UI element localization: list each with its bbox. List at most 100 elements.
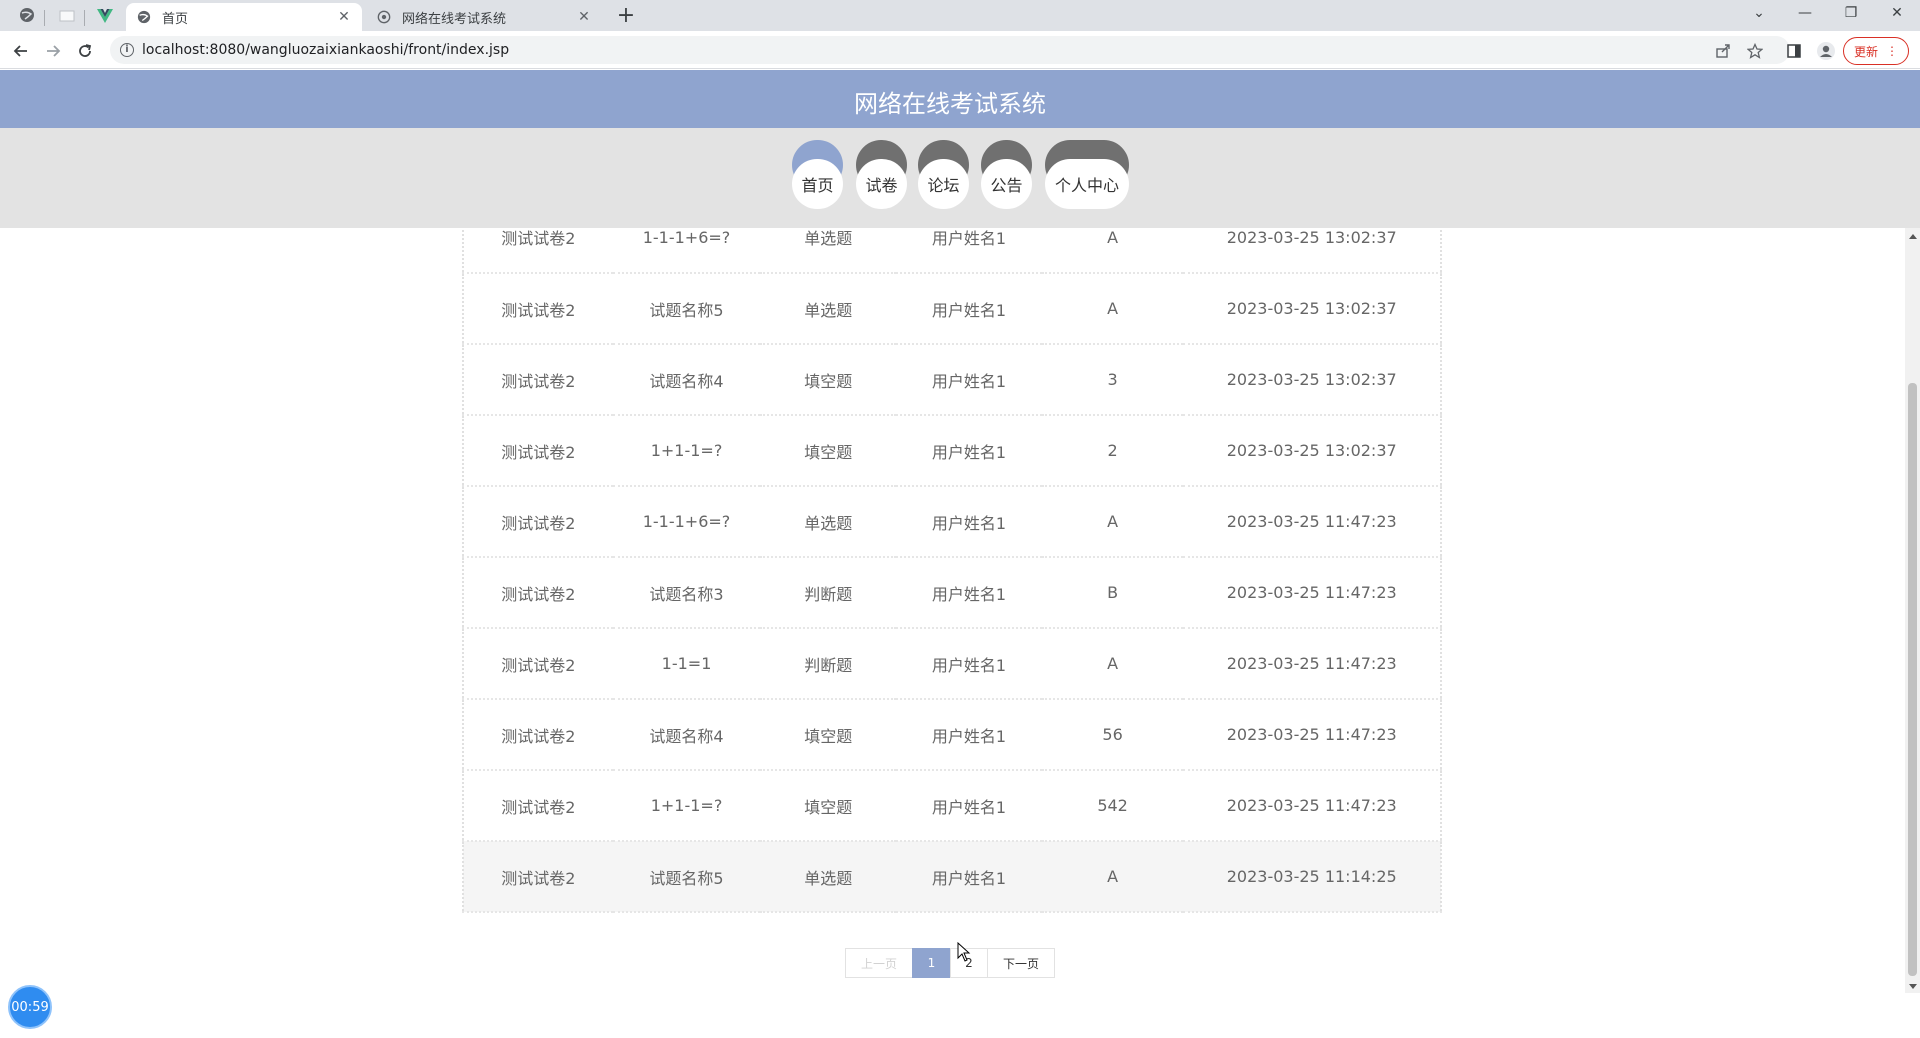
page-scrollbar[interactable] — [1905, 228, 1920, 993]
nav-label: 试卷 — [856, 159, 907, 209]
cell-question-type: 判断题 — [760, 557, 897, 629]
table-row[interactable]: 测试试卷2 试题名称5 单选题 用户姓名1 A 2023-03-25 13:02:37 — [463, 273, 1441, 345]
profile-button[interactable] — [1813, 38, 1839, 64]
table-row[interactable]: 测试试卷2 试题名称3 判断题 用户姓名1 B 2023-03-25 11:47:23 — [463, 557, 1441, 629]
cell-answer: A — [1041, 228, 1184, 274]
pinned-tab-blank[interactable] — [49, 4, 85, 30]
cell-paper-name: 测试试卷2 — [463, 841, 613, 913]
cell-question-name: 试题名称3 — [612, 557, 761, 629]
cell-question-type: 填空题 — [760, 770, 897, 842]
pinned-tab-vue[interactable] — [87, 4, 123, 30]
table-row[interactable]: 测试试卷2 1-1-1+6=? 单选题 用户姓名1 A 2023-03-25 11:47:… — [463, 486, 1441, 558]
cell-user-name: 用户姓名1 — [896, 228, 1042, 274]
tab-exam-system[interactable]: 网络在线考试系统 ✕ — [366, 3, 602, 31]
mouse-cursor-icon — [957, 941, 971, 966]
cell-answer: 2 — [1041, 415, 1184, 487]
cell-question-type: 填空题 — [760, 344, 897, 416]
pinned-tab-globe[interactable] — [9, 4, 45, 30]
cell-question-type: 填空题 — [760, 699, 897, 771]
nav-announcements[interactable]: 公告 — [981, 140, 1032, 210]
cell-submit-time: 2023-03-25 11:47:23 — [1183, 628, 1441, 700]
close-window-button[interactable]: ✕ — [1874, 0, 1920, 26]
exam-timer: 00:59 — [8, 985, 52, 1029]
update-button[interactable]: 更新 ⋮ — [1843, 37, 1909, 65]
cell-question-name: 试题名称4 — [612, 699, 761, 771]
cell-submit-time: 2023-03-25 13:02:37 — [1183, 415, 1441, 487]
cell-question-name: 1-1-1+6=? — [612, 486, 761, 558]
cell-submit-time: 2023-03-25 13:02:37 — [1183, 228, 1441, 274]
cell-answer: A — [1041, 486, 1184, 558]
info-icon[interactable]: i — [120, 43, 134, 57]
table-row[interactable]: 测试试卷2 试题名称5 单选题 用户姓名1 A 2023-03-25 11:14:25 — [463, 841, 1441, 913]
cell-paper-name: 测试试卷2 — [463, 344, 613, 416]
close-icon[interactable]: ✕ — [576, 9, 592, 25]
back-button[interactable] — [8, 38, 34, 64]
cell-user-name: 用户姓名1 — [896, 273, 1042, 345]
scroll-up-icon[interactable] — [1909, 234, 1917, 239]
table-row[interactable]: 测试试卷2 试题名称4 填空题 用户姓名1 56 2023-03-25 11:47:23 — [463, 699, 1441, 771]
side-panel-icon — [1787, 44, 1801, 58]
arrow-left-icon — [13, 45, 27, 57]
restore-button[interactable]: ❐ — [1828, 0, 1874, 26]
cell-question-type: 单选题 — [760, 273, 897, 345]
minimize-button[interactable]: — — [1782, 0, 1828, 26]
cell-user-name: 用户姓名1 — [896, 486, 1042, 558]
next-page-button[interactable]: 下一页 — [987, 948, 1055, 978]
cell-answer: 3 — [1041, 344, 1184, 416]
update-label: 更新 — [1853, 44, 1878, 59]
scroll-down-icon[interactable] — [1909, 984, 1917, 989]
page-1-button[interactable]: 1 — [912, 948, 951, 978]
cell-paper-name: 测试试卷2 — [463, 628, 613, 700]
share-button[interactable] — [1710, 38, 1736, 64]
cell-user-name: 用户姓名1 — [896, 557, 1042, 629]
cell-paper-name: 测试试卷2 — [463, 699, 613, 771]
chevron-down-icon: ⌄ — [1753, 5, 1765, 21]
main-nav: 首页 试卷 论坛 公告 个人中心 — [0, 128, 1920, 228]
globe-icon — [19, 7, 35, 27]
nav-personal-center[interactable]: 个人中心 — [1045, 140, 1129, 210]
prev-page-button[interactable]: 上一页 — [845, 948, 913, 978]
cell-paper-name: 测试试卷2 — [463, 486, 613, 558]
page-icon — [59, 8, 75, 27]
cell-user-name: 用户姓名1 — [896, 415, 1042, 487]
tab-search-button[interactable]: ⌄ — [1736, 0, 1782, 26]
reload-button[interactable] — [72, 38, 98, 64]
site-title: 网络在线考试系统 — [854, 90, 1046, 118]
tab-label: 网络在线考试系统 — [402, 11, 507, 27]
scrollbar-thumb[interactable] — [1908, 383, 1917, 976]
cell-question-type: 单选题 — [760, 486, 897, 558]
tab-home[interactable]: 首页 ✕ — [126, 3, 362, 31]
cell-paper-name: 测试试卷2 — [463, 273, 613, 345]
content-area: 测试试卷2 1-1-1+6=? 单选题 用户姓名1 A 2023-03-25 13:02:… — [0, 228, 1905, 1038]
cell-question-type: 单选题 — [760, 228, 897, 274]
cell-submit-time: 2023-03-25 11:14:25 — [1183, 841, 1441, 913]
table-row[interactable]: 测试试卷2 1+1-1=? 填空题 用户姓名1 2 2023-03-25 13:02:37 — [463, 415, 1441, 487]
address-bar[interactable]: i localhost:8080/wangluozaixiankaoshi/fr… — [110, 36, 1790, 64]
table-row[interactable]: 测试试卷2 试题名称4 填空题 用户姓名1 3 2023-03-25 13:02:37 — [463, 344, 1441, 416]
forward-button[interactable] — [40, 38, 66, 64]
close-icon: ✕ — [1891, 5, 1903, 21]
nav-home[interactable]: 首页 — [792, 140, 843, 210]
cell-question-name: 1+1-1=? — [612, 770, 761, 842]
cell-paper-name: 测试试卷2 — [463, 557, 613, 629]
cell-submit-time: 2023-03-25 11:47:23 — [1183, 557, 1441, 629]
new-tab-button[interactable]: + — [614, 5, 638, 29]
nav-label: 首页 — [792, 159, 843, 209]
bookmark-button[interactable] — [1742, 38, 1768, 64]
nav-label: 公告 — [981, 159, 1032, 209]
cell-answer: A — [1041, 273, 1184, 345]
table-row[interactable]: 测试试卷2 1+1-1=? 填空题 用户姓名1 542 2023-03-25 11:47:… — [463, 770, 1441, 842]
cell-answer: B — [1041, 557, 1184, 629]
share-icon — [1716, 44, 1730, 58]
close-icon[interactable]: ✕ — [336, 9, 352, 25]
browser-tab-strip: 首页 ✕ 网络在线考试系统 ✕ + ⌄ — ❐ ✕ — [0, 0, 1920, 31]
pagination: 上一页 1 2 下一页 — [845, 948, 1055, 978]
nav-exam-papers[interactable]: 试卷 — [856, 140, 907, 210]
cell-question-name: 试题名称5 — [612, 841, 761, 913]
cell-answer: 56 — [1041, 699, 1184, 771]
table-row[interactable]: 测试试卷2 1-1=1 判断题 用户姓名1 A 2023-03-25 11:47:23 — [463, 628, 1441, 700]
table-row[interactable]: 测试试卷2 1-1-1+6=? 单选题 用户姓名1 A 2023-03-25 13:02:… — [463, 228, 1441, 274]
nav-label: 个人中心 — [1045, 159, 1129, 209]
side-panel-button[interactable] — [1781, 38, 1807, 64]
nav-forum[interactable]: 论坛 — [918, 140, 969, 210]
